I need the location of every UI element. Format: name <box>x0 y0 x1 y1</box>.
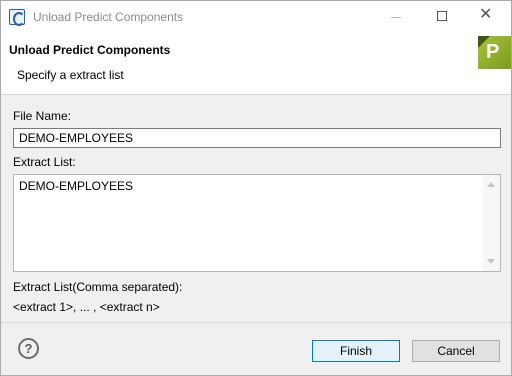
file-name-input[interactable] <box>13 128 501 148</box>
dialog-window: Unload Predict Components ✕ Unload Predi… <box>0 0 512 376</box>
window-title: Unload Predict Components <box>33 10 184 24</box>
predict-banner-icon: P <box>478 36 511 69</box>
page-title: Unload Predict Components <box>9 43 171 57</box>
scroll-up-arrow-icon[interactable] <box>487 182 495 187</box>
scroll-down-arrow-icon[interactable] <box>487 259 495 264</box>
page-subtitle: Specify a extract list <box>17 68 124 82</box>
extract-list-textarea[interactable]: DEMO-EMPLOYEES <box>13 174 501 272</box>
cancel-button[interactable]: Cancel <box>412 340 500 362</box>
extract-format-hint: <extract 1>, ... , <extract n> <box>13 300 160 314</box>
minimize-button[interactable] <box>373 1 419 32</box>
footer-divider <box>1 322 511 323</box>
minimize-icon <box>391 17 401 18</box>
comma-separated-label: Extract List(Comma separated): <box>13 280 183 294</box>
close-button[interactable]: ✕ <box>465 1 511 32</box>
file-name-label: File Name: <box>13 109 72 123</box>
wizard-header: Unload Predict Components Specify a extr… <box>1 32 511 95</box>
banner-letter: P <box>486 41 500 63</box>
maximize-button[interactable] <box>419 1 465 32</box>
extract-list-scrollbar[interactable] <box>483 175 500 271</box>
help-icon[interactable]: ? <box>18 338 39 359</box>
maximize-icon <box>437 11 447 21</box>
close-icon: ✕ <box>479 6 493 23</box>
extract-list-label: Extract List: <box>13 155 76 169</box>
extract-list-value: DEMO-EMPLOYEES <box>19 179 134 193</box>
title-bar: Unload Predict Components ✕ <box>1 1 511 32</box>
finish-button[interactable]: Finish <box>312 340 400 362</box>
app-window-icon <box>9 9 25 26</box>
